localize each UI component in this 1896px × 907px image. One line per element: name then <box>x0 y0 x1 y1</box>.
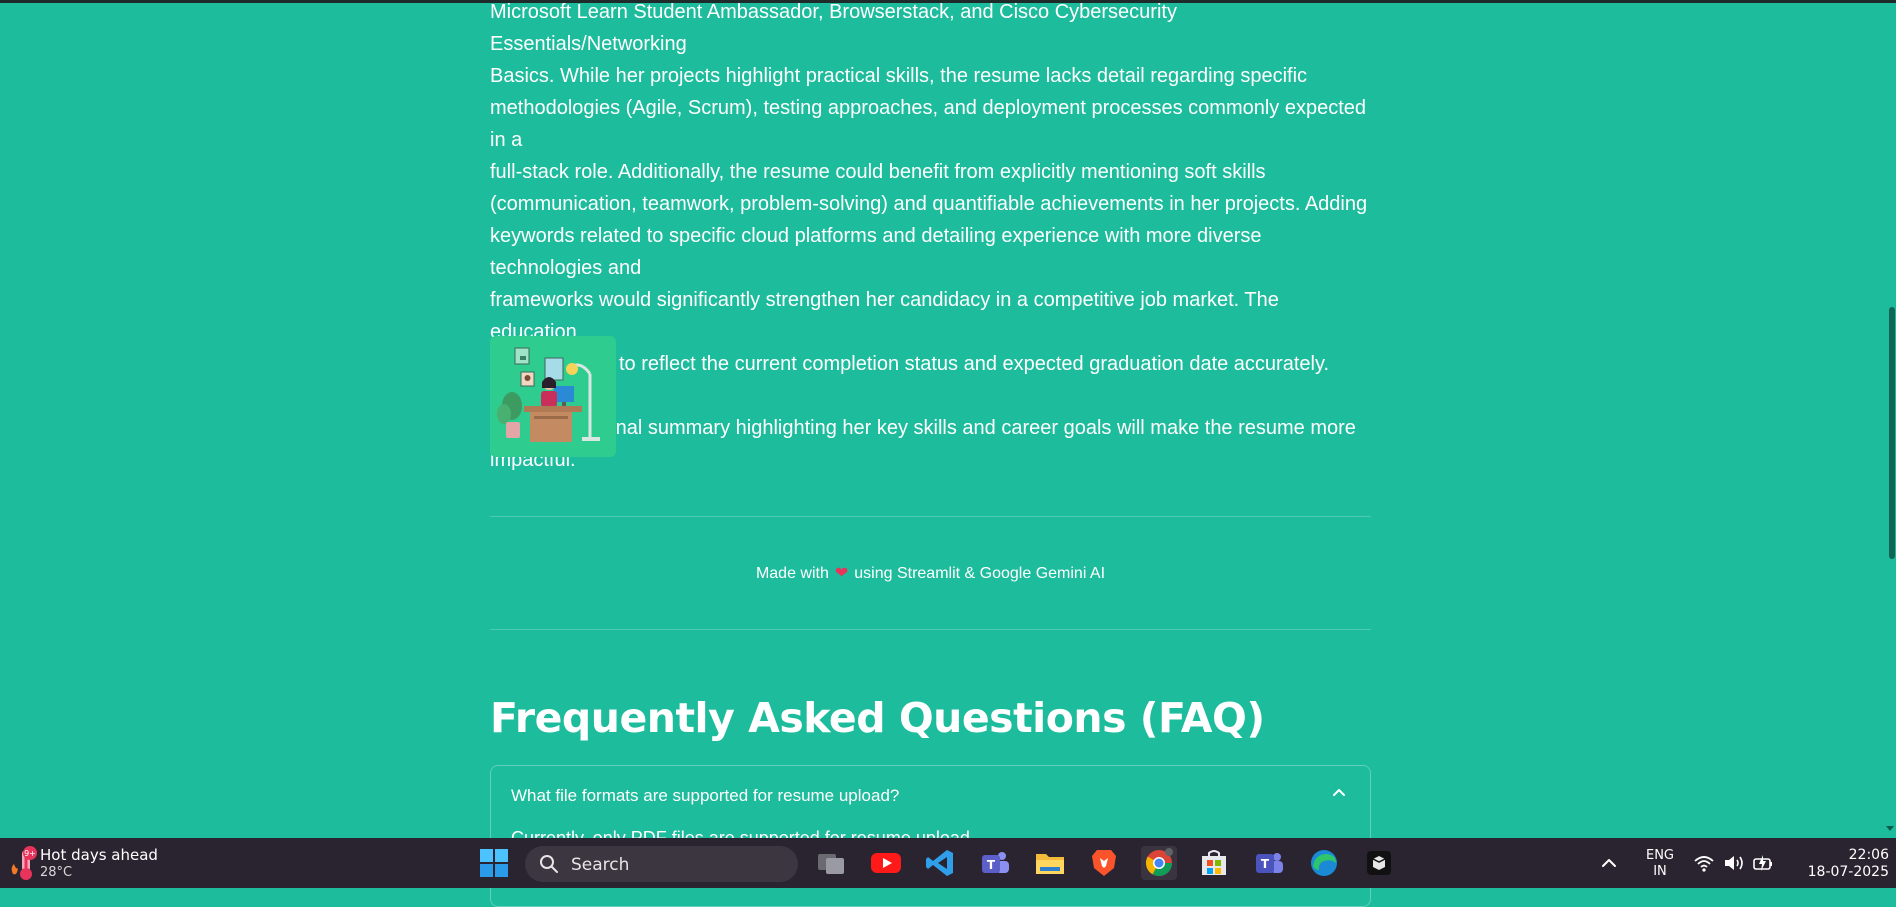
chrome-icon <box>1145 848 1173 877</box>
faq-heading: Frequently Asked Questions (FAQ) <box>490 694 1265 742</box>
office-illustration-image <box>490 336 616 457</box>
volume-icon[interactable] <box>1723 853 1745 873</box>
divider-top <box>490 516 1371 517</box>
windows-taskbar: 9+ Hot days ahead 28°C Search T T ENG IN… <box>0 838 1896 888</box>
battery-icon[interactable] <box>1752 853 1774 873</box>
clock-date: 18-07-2025 <box>1807 864 1889 880</box>
footer-credit: Made with ❤ using Streamlit & Google Gemin… <box>490 563 1371 585</box>
woman-at-desk-illustration <box>490 336 616 457</box>
weather-temperature: 28°C <box>40 865 73 880</box>
windows-start-icon <box>480 849 508 877</box>
windows-start-button[interactable] <box>476 846 512 880</box>
region-code: IN <box>1653 864 1667 879</box>
edge-icon <box>1311 850 1337 876</box>
footer-prefix: Made with <box>755 565 829 582</box>
chevron-up-icon[interactable] <box>1330 784 1348 802</box>
box-app[interactable] <box>1361 846 1397 880</box>
teams-classic-icon: T <box>1256 853 1283 873</box>
teams-icon: T <box>982 852 1009 873</box>
file-explorer-app[interactable] <box>1032 846 1068 880</box>
thermometer-icon: 9+ <box>11 846 37 880</box>
microsoft-store-icon <box>1202 850 1226 875</box>
language-indicator[interactable]: ENG IN <box>1640 848 1680 880</box>
microsoft-store-app[interactable] <box>1196 846 1232 880</box>
page-scrollbar[interactable] <box>1886 0 1896 838</box>
task-view-icon <box>818 854 844 874</box>
weather-badge: 9+ <box>24 849 36 858</box>
search-label: Search <box>571 855 630 875</box>
brave-app[interactable] <box>1086 846 1122 880</box>
divider-bottom <box>490 629 1371 630</box>
clock-time: 22:06 <box>1848 847 1889 863</box>
heart-icon: ❤ <box>834 565 849 582</box>
teams-app[interactable]: T <box>977 846 1013 880</box>
chrome-app[interactable] <box>1141 846 1177 880</box>
vscode-app[interactable] <box>922 846 958 880</box>
teams-classic-app[interactable]: T <box>1251 846 1287 880</box>
taskbar-search-box[interactable]: Search <box>525 846 798 882</box>
scrollbar-thumb[interactable] <box>1889 307 1895 559</box>
svg-text:T: T <box>987 858 996 872</box>
search-icon <box>540 855 558 873</box>
edge-app[interactable] <box>1306 846 1342 880</box>
wifi-icon[interactable] <box>1693 853 1715 873</box>
scroll-down-arrow-icon[interactable] <box>1886 826 1894 831</box>
language-code: ENG <box>1645 848 1674 863</box>
youtube-app[interactable] <box>868 846 904 880</box>
vscode-icon <box>926 850 953 876</box>
faq-question[interactable]: What file formats are supported for resu… <box>511 784 899 808</box>
youtube-icon <box>871 853 901 873</box>
brave-icon <box>1092 850 1116 876</box>
weather-title: Hot days ahead <box>40 846 158 864</box>
svg-text:T: T <box>1261 857 1270 871</box>
weather-widget[interactable]: 9+ Hot days ahead 28°C <box>4 844 158 884</box>
file-explorer-icon <box>1036 854 1064 874</box>
analysis-paragraph: Microsoft Learn Student Ambassador, Brow… <box>490 1 1368 471</box>
task-view-button[interactable] <box>813 846 849 880</box>
clock[interactable]: 22:06 18-07-2025 <box>1789 847 1889 881</box>
app-box-icon <box>1367 851 1391 875</box>
footer-suffix: using Streamlit & Google Gemini AI <box>854 565 1106 582</box>
show-hidden-icons-chevron-icon[interactable] <box>1599 853 1619 873</box>
